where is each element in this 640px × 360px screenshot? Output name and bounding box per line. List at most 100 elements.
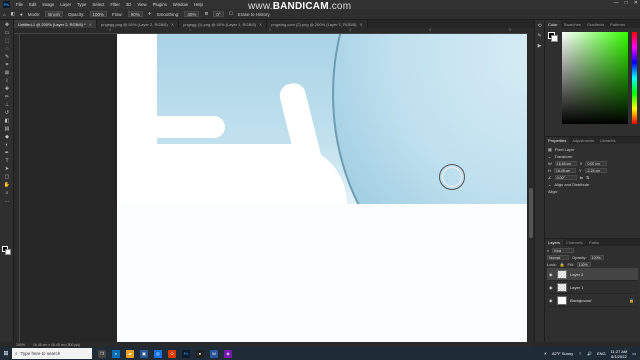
marquee-tool-icon[interactable]: ⬚ (2, 37, 12, 44)
more-tools-icon[interactable]: … (2, 197, 12, 204)
mode-select[interactable]: Brush (45, 11, 63, 17)
blur-tool-icon[interactable]: ◆ (2, 133, 12, 140)
layer-row-layer-1[interactable]: ◉ Layer 1 (547, 281, 638, 294)
erase-history-checkbox[interactable]: ☐ (229, 11, 233, 17)
opacity-field[interactable]: 100% (89, 11, 108, 17)
tab-paths[interactable]: Paths (586, 239, 602, 246)
bandicam-icon[interactable]: ● (196, 349, 204, 358)
quick-select-tool-icon[interactable]: ✎ (2, 53, 12, 60)
visibility-eye-icon[interactable]: ◉ (549, 272, 554, 277)
lock-icon[interactable]: 🔒 (560, 262, 565, 267)
zoom-level[interactable]: 200% (16, 343, 25, 347)
chrome-icon[interactable]: ◎ (154, 349, 162, 358)
history-brush-tool-icon[interactable]: ↺ (2, 109, 12, 116)
flip-horizontal-icon[interactable]: ⇆ (580, 175, 583, 180)
scrollbar-thumb[interactable] (529, 188, 533, 238)
color-panel-background[interactable] (551, 35, 558, 42)
hue-slider[interactable] (632, 32, 637, 124)
tab-pngegg-1[interactable]: pngegg (1).png @ 50% (Layer 1, RGB/8) ✕ (179, 20, 268, 28)
layer-opacity-field[interactable]: 100% (589, 255, 604, 260)
brush-preset-icon[interactable]: ● (20, 12, 23, 17)
transform-header[interactable]: ⌄ Transform (548, 153, 637, 160)
zoom-tool-icon[interactable]: ⌕ (2, 189, 12, 196)
tab-properties[interactable]: Properties (545, 137, 570, 144)
flow-field[interactable]: 90% (127, 11, 143, 17)
maximize-button[interactable]: □ (625, 0, 628, 6)
pen-tool-icon[interactable]: ✒ (2, 149, 12, 156)
menu-type[interactable]: Type (77, 2, 86, 7)
angle-field[interactable]: 0° (213, 11, 224, 17)
tab-pngegg[interactable]: pngegg.png @ 50% (Layer 2, RGB/8) ✕ (97, 20, 180, 28)
gear-icon[interactable]: ⚙ (204, 11, 208, 17)
flip-vertical-icon[interactable]: ⇅ (586, 175, 589, 180)
smoothing-field[interactable]: 40% (184, 11, 200, 17)
menu-layer[interactable]: Layer (60, 2, 71, 7)
menu-image[interactable]: Image (42, 2, 54, 7)
layer-row-background[interactable]: ◉ Background 🔒 (547, 294, 638, 307)
tab-color[interactable]: Color (545, 20, 561, 28)
tab-channels[interactable]: Channels (563, 239, 586, 246)
gradient-tool-icon[interactable]: ▤ (2, 125, 12, 132)
frame-tool-icon[interactable]: ⊠ (2, 69, 12, 76)
dodge-tool-icon[interactable]: ◐ (2, 141, 12, 148)
layer-row-layer-2[interactable]: ◉ Layer 2 (547, 268, 638, 281)
tab-pngwing[interactable]: pngwing.com (2).png @ 200% (Layer 1, RGB… (267, 20, 368, 28)
photoshop-taskbar-icon[interactable]: Ps (182, 349, 190, 358)
minimize-button[interactable]: — (614, 0, 619, 6)
visibility-eye-icon[interactable]: ◉ (549, 298, 554, 303)
language-indicator[interactable]: ENG (597, 351, 606, 356)
type-tool-icon[interactable]: T (2, 157, 12, 164)
canvas-area[interactable] (20, 34, 528, 342)
background-color-swatch[interactable] (5, 249, 11, 255)
tab-adjustments[interactable]: Adjustments (569, 137, 597, 144)
lasso-tool-icon[interactable]: ◌ (2, 45, 12, 52)
stamp-tool-icon[interactable]: ⊥ (2, 101, 12, 108)
menu-edit[interactable]: Edit (29, 2, 36, 7)
close-tab-icon[interactable]: ✕ (359, 22, 362, 27)
color-picker-field[interactable] (562, 32, 628, 124)
weather-icon[interactable]: ☀ (544, 351, 548, 356)
notifications-icon[interactable]: ▭ (632, 351, 636, 356)
file-explorer-icon[interactable]: ▰ (126, 349, 134, 358)
close-tab-icon[interactable]: ✕ (171, 22, 174, 27)
network-icon[interactable]: ⌔ (578, 351, 582, 357)
height-field[interactable]: 16.45 cm (553, 168, 576, 173)
tab-libraries[interactable]: Libraries (597, 137, 618, 144)
store-icon[interactable]: ▣ (140, 349, 148, 358)
brush-tool-icon[interactable]: ✏ (2, 93, 12, 100)
tab-swatches[interactable]: Swatches (561, 20, 584, 28)
clock[interactable]: 11:27 AM 6/1/2022 (611, 349, 628, 359)
document-canvas[interactable] (117, 34, 527, 342)
actions-icon[interactable]: ▶ (536, 43, 543, 50)
move-tool-icon[interactable]: ✥ (2, 21, 12, 28)
artboard-tool-icon[interactable]: ▭ (2, 29, 12, 36)
menu-file[interactable]: File (16, 2, 23, 7)
airbrush-icon[interactable]: ✈ (148, 11, 152, 17)
y-field[interactable]: -2.24 cm (584, 168, 607, 173)
menu-filter[interactable]: Filter (110, 2, 120, 7)
healing-tool-icon[interactable]: ✚ (2, 85, 12, 92)
menu-window[interactable]: Window (173, 2, 188, 7)
tab-untitled-1[interactable]: Untitled-1 @ 200% (Layer 2, RGB/8) * ✕ (14, 20, 98, 28)
office-icon[interactable]: O (168, 349, 176, 358)
crop-tool-icon[interactable]: ⌗ (2, 61, 12, 68)
home-icon[interactable]: ⌂ (3, 12, 6, 17)
shape-tool-icon[interactable]: ▢ (2, 173, 12, 180)
hand-tool-icon[interactable]: ✋ (2, 181, 12, 188)
task-view-icon[interactable]: ❐ (98, 349, 106, 358)
eyedropper-tool-icon[interactable]: ⌇ (2, 77, 12, 84)
menu-help[interactable]: Help (194, 2, 203, 7)
visibility-eye-icon[interactable]: ◉ (549, 285, 554, 290)
eraser-tool-icon-left[interactable]: ◧ (2, 117, 12, 124)
tab-patterns[interactable]: Patterns (607, 20, 628, 28)
blend-mode-select[interactable]: Normal (547, 255, 569, 260)
close-tab-icon[interactable]: ✕ (89, 22, 92, 27)
history-icon[interactable]: ⟲ (536, 23, 543, 30)
menu-plugins[interactable]: Plugins (153, 2, 167, 7)
tab-gradients[interactable]: Gradients (584, 20, 607, 28)
volume-icon[interactable]: 🔊 (587, 351, 592, 356)
weather-text[interactable]: 82°F Sunny (552, 351, 573, 356)
menu-view[interactable]: View (137, 2, 146, 7)
eraser-tool-icon[interactable]: ◧ (11, 11, 15, 17)
app-icon[interactable]: ◈ (224, 349, 232, 358)
